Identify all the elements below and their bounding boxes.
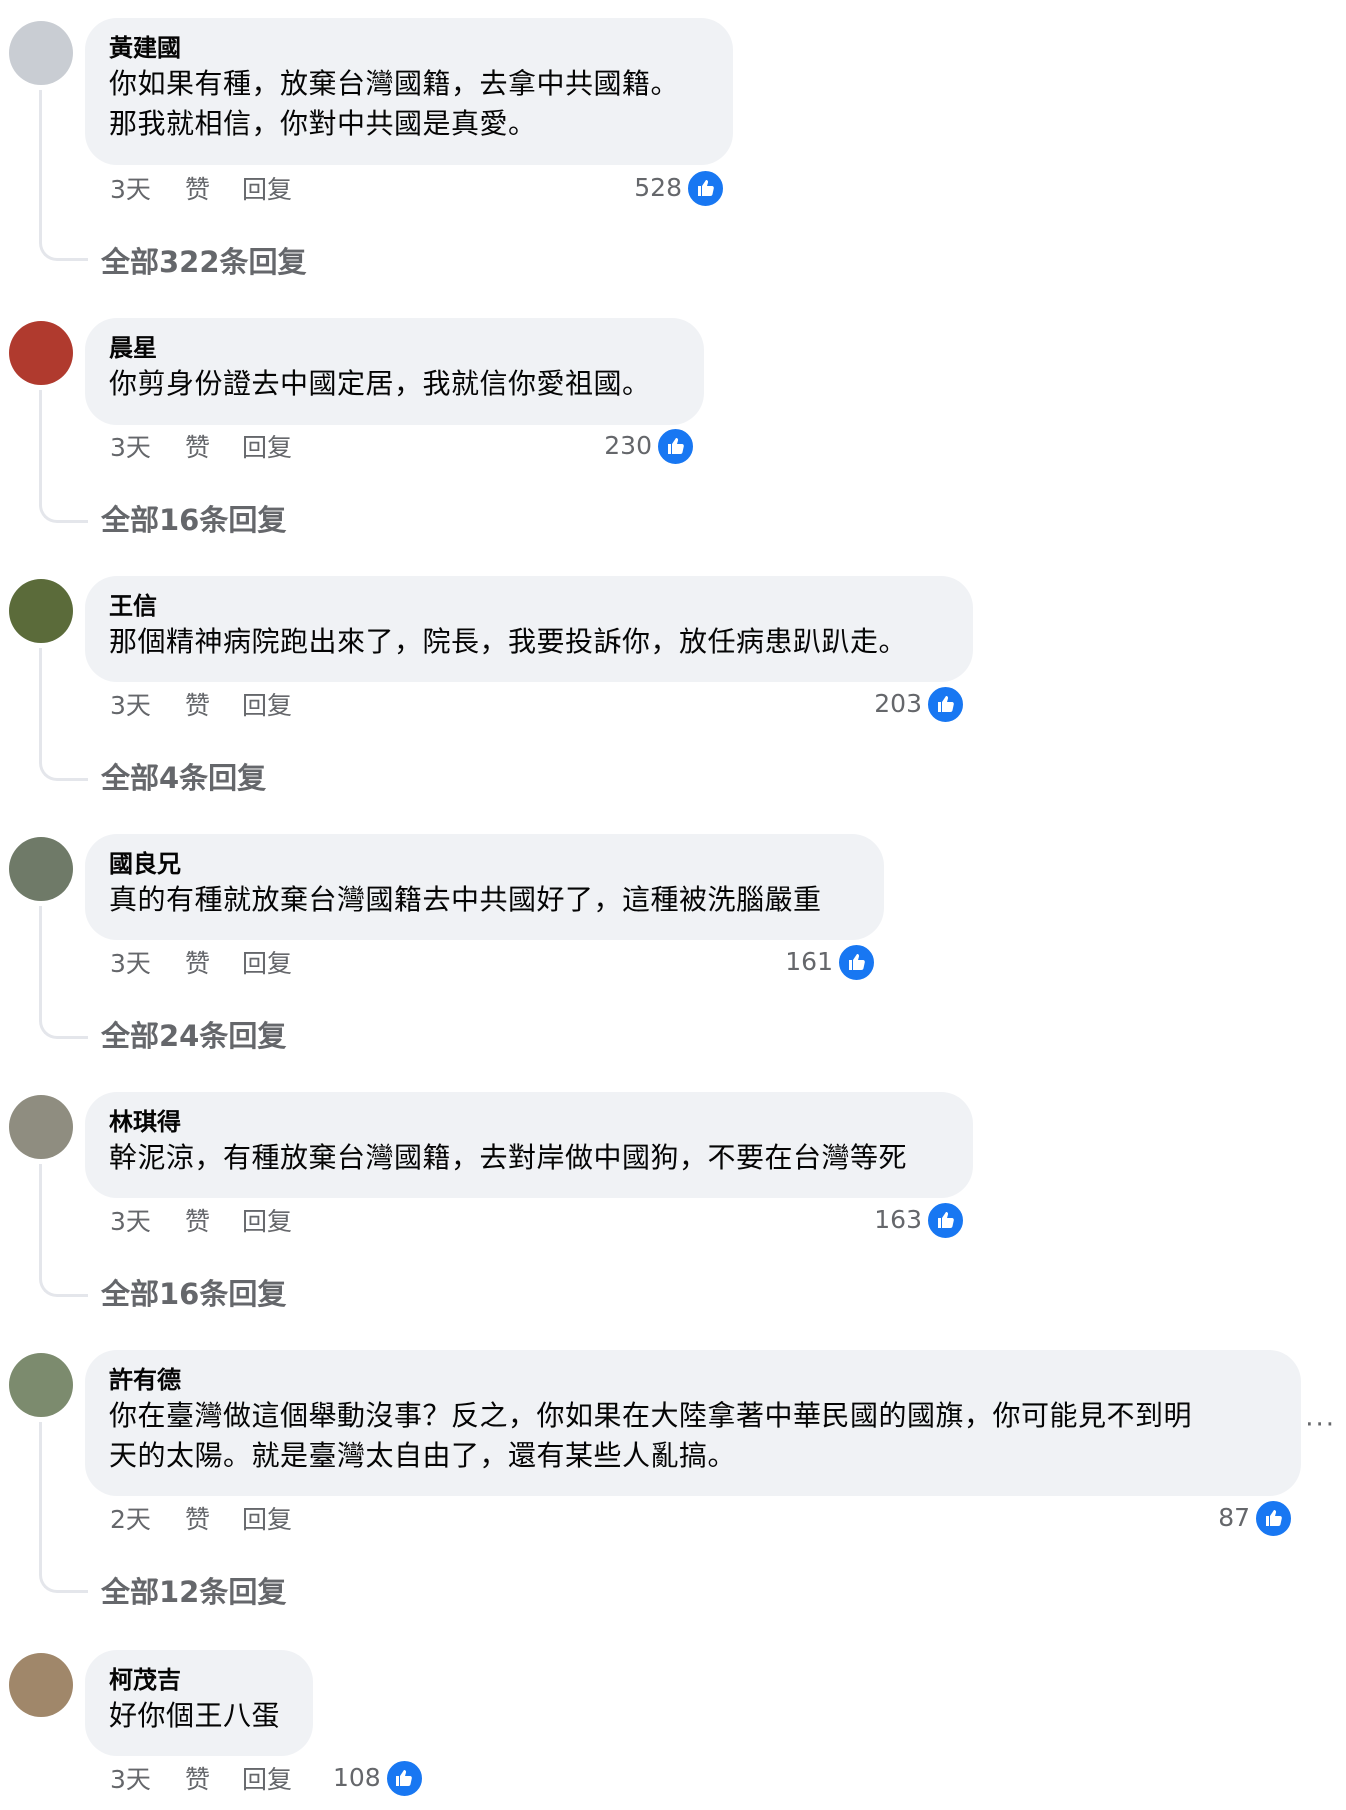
thread-line — [39, 1422, 88, 1593]
view-replies-link[interactable]: 全部12条回复 — [101, 1572, 286, 1612]
comment-author[interactable]: 柯茂吉 — [109, 1664, 287, 1696]
thumbs-up-icon — [837, 942, 876, 982]
thumbs-up-icon — [1254, 1498, 1293, 1538]
more-options-icon[interactable]: ··· — [1305, 1410, 1336, 1440]
thumbs-up-icon — [384, 1758, 424, 1798]
like-count-value: 161 — [785, 947, 833, 976]
avatar[interactable] — [9, 1353, 73, 1417]
comment-bubble: 國良兄 真的有種就放棄台灣國籍去中共國好了，這種被洗腦嚴重 — [85, 834, 884, 940]
like-count[interactable]: 161 — [785, 942, 876, 982]
comment-text: 真的有種就放棄台灣國籍去中共國好了，這種被洗腦嚴重 — [109, 883, 822, 916]
comment-author[interactable]: 許有德 — [109, 1364, 1275, 1396]
thumbs-up-icon — [926, 1200, 965, 1240]
thumbs-up-icon — [656, 426, 695, 466]
like-button[interactable]: 赞 — [185, 1762, 210, 1798]
comment-text: 那個精神病院跑出來了，院長，我要投訴你，放任病患趴趴走。 — [109, 625, 908, 658]
comment-author[interactable]: 王信 — [109, 590, 947, 622]
like-count-value: 163 — [874, 1205, 922, 1234]
comment-text: 好你個王八蛋 — [109, 1699, 281, 1732]
comment-item: 黃建國 你如果有種，放棄台灣國籍，去拿中共國籍。 那我就相信，你對中共國是真愛。… — [0, 0, 1346, 279]
comment-time[interactable]: 3天 — [110, 688, 151, 724]
comment-time[interactable]: 3天 — [110, 1204, 151, 1240]
comment-bubble: 晨星 你剪身份證去中國定居，我就信你愛祖國。 — [85, 318, 704, 425]
thread-line — [39, 648, 88, 781]
reply-button[interactable]: 回复 — [242, 688, 292, 724]
view-replies-link[interactable]: 全部16条回复 — [101, 1274, 286, 1314]
thread-line — [39, 906, 88, 1039]
comment-text: 你在臺灣做這個舉動沒事？反之，你如果在大陸拿著中華民國的國旗，你可能見不到明 天… — [109, 1399, 1193, 1472]
like-button[interactable]: 赞 — [185, 688, 210, 724]
like-count-value: 87 — [1218, 1503, 1250, 1532]
comment-item: 王信 那個精神病院跑出來了，院長，我要投訴你，放任病患趴趴走。 3天 赞 回复 … — [0, 558, 1346, 798]
view-replies-link[interactable]: 全部4条回复 — [101, 758, 266, 798]
reply-button[interactable]: 回复 — [242, 1502, 292, 1538]
avatar[interactable] — [9, 321, 73, 385]
like-count[interactable]: 87 — [1218, 1498, 1293, 1538]
thumbs-up-icon — [926, 684, 965, 724]
like-count-value: 528 — [634, 173, 682, 202]
comment-time[interactable]: 3天 — [110, 430, 151, 466]
reply-button[interactable]: 回复 — [242, 1762, 292, 1798]
like-button[interactable]: 赞 — [185, 430, 210, 466]
avatar[interactable] — [9, 1653, 73, 1717]
like-button[interactable]: 赞 — [185, 172, 210, 208]
thread-line — [39, 90, 88, 261]
like-button[interactable]: 赞 — [185, 1502, 210, 1538]
like-count[interactable]: 528 — [634, 168, 725, 208]
comment-bubble: 林琪得 幹泥涼，有種放棄台灣國籍，去對岸做中國狗，不要在台灣等死 — [85, 1092, 973, 1198]
comment-bubble: 王信 那個精神病院跑出來了，院長，我要投訴你，放任病患趴趴走。 — [85, 576, 973, 682]
comment-bubble: 許有德 你在臺灣做這個舉動沒事？反之，你如果在大陸拿著中華民國的國旗，你可能見不… — [85, 1350, 1301, 1496]
comment-author[interactable]: 黃建國 — [109, 32, 707, 64]
thread-line — [39, 1164, 88, 1297]
like-count[interactable]: 203 — [874, 684, 965, 724]
thread-line — [39, 390, 88, 523]
comment-bubble: 黃建國 你如果有種，放棄台灣國籍，去拿中共國籍。 那我就相信，你對中共國是真愛。 — [85, 18, 733, 165]
comment-time[interactable]: 2天 — [110, 1502, 151, 1538]
comment-text: 你如果有種，放棄台灣國籍，去拿中共國籍。 那我就相信，你對中共國是真愛。 — [109, 67, 680, 140]
view-replies-link[interactable]: 全部24条回复 — [101, 1016, 286, 1056]
avatar[interactable] — [9, 579, 73, 643]
comment-item: 國良兄 真的有種就放棄台灣國籍去中共國好了，這種被洗腦嚴重 3天 赞 回复 16… — [0, 816, 1346, 1056]
comment-item: 柯茂吉 好你個王八蛋 3天 赞 回复 108 — [0, 1632, 1346, 1810]
comment-author[interactable]: 晨星 — [109, 332, 678, 364]
like-button[interactable]: 赞 — [185, 946, 210, 982]
avatar[interactable] — [9, 1095, 73, 1159]
reply-button[interactable]: 回复 — [242, 172, 292, 208]
like-count[interactable]: 163 — [874, 1200, 965, 1240]
comment-time[interactable]: 3天 — [110, 172, 151, 208]
comment-item: 許有德 你在臺灣做這個舉動沒事？反之，你如果在大陸拿著中華民國的國旗，你可能見不… — [0, 1332, 1346, 1612]
reply-button[interactable]: 回复 — [242, 946, 292, 982]
comment-text: 你剪身份證去中國定居，我就信你愛祖國。 — [109, 367, 651, 400]
avatar[interactable] — [9, 21, 73, 85]
thumbs-up-icon — [686, 168, 725, 208]
comment-text: 幹泥涼，有種放棄台灣國籍，去對岸做中國狗，不要在台灣等死 — [109, 1141, 908, 1174]
like-count-value: 203 — [874, 689, 922, 718]
like-count[interactable]: 108 — [333, 1758, 424, 1798]
view-replies-link[interactable]: 全部16条回复 — [101, 500, 286, 540]
comment-author[interactable]: 林琪得 — [109, 1106, 947, 1138]
like-count-value: 108 — [333, 1763, 381, 1792]
avatar[interactable] — [9, 837, 73, 901]
view-replies-link[interactable]: 全部322条回复 — [101, 242, 307, 282]
reply-button[interactable]: 回复 — [242, 430, 292, 466]
like-count-value: 230 — [604, 431, 652, 460]
comment-time[interactable]: 3天 — [110, 946, 151, 982]
like-count[interactable]: 230 — [604, 426, 695, 466]
comment-item: 林琪得 幹泥涼，有種放棄台灣國籍，去對岸做中國狗，不要在台灣等死 3天 赞 回复… — [0, 1074, 1346, 1314]
comment-author[interactable]: 國良兄 — [109, 848, 858, 880]
comment-bubble: 柯茂吉 好你個王八蛋 — [85, 1650, 313, 1756]
comment-time[interactable]: 3天 — [110, 1762, 151, 1798]
comment-item: 晨星 你剪身份證去中國定居，我就信你愛祖國。 3天 赞 回复 230 全部16条… — [0, 300, 1346, 540]
like-button[interactable]: 赞 — [185, 1204, 210, 1240]
reply-button[interactable]: 回复 — [242, 1204, 292, 1240]
